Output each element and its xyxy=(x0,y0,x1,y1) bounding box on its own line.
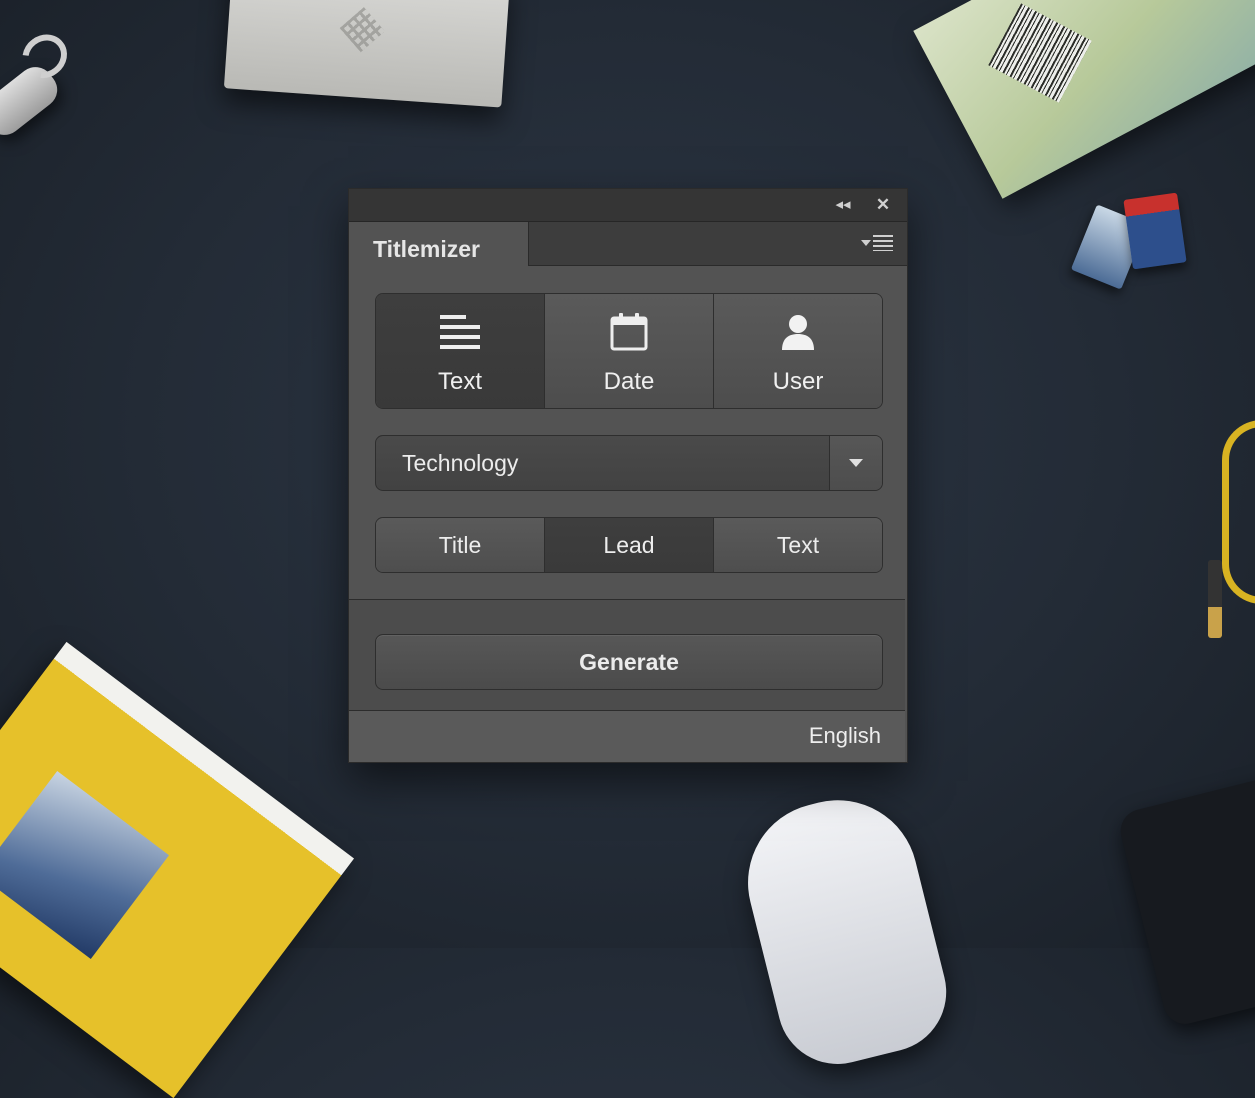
field-selector: Title Lead Text xyxy=(375,517,883,573)
user-icon xyxy=(782,315,814,350)
field-option-text[interactable]: Text xyxy=(714,518,882,572)
books-image xyxy=(913,0,1255,199)
source-option-date[interactable]: Date xyxy=(545,294,714,408)
source-option-label: Text xyxy=(437,368,482,395)
panel-footer: English xyxy=(349,710,905,762)
panel-menu-icon[interactable] xyxy=(859,234,897,254)
calendar-icon xyxy=(610,313,648,351)
chevron-down-icon xyxy=(849,459,863,467)
text-lines-icon xyxy=(440,315,480,349)
source-option-text[interactable]: Text xyxy=(376,294,545,408)
category-dropdown[interactable]: Technology xyxy=(375,435,883,491)
field-option-lead[interactable]: Lead xyxy=(545,518,714,572)
padlock-image xyxy=(0,59,65,143)
language-selector[interactable]: English xyxy=(809,711,881,761)
collapse-icon[interactable]: ◂◂ xyxy=(833,195,853,215)
mouse-image xyxy=(731,783,959,1077)
field-option-title[interactable]: Title xyxy=(376,518,545,572)
generate-button[interactable]: Generate xyxy=(375,634,883,690)
hard-drive-image xyxy=(223,0,511,108)
titlemizer-panel: ◂◂ ✕ Titlemizer Text Date User Technolog… xyxy=(348,188,908,763)
device-image xyxy=(1116,771,1255,1029)
source-option-label: Date xyxy=(603,368,655,395)
source-option-label: User xyxy=(772,368,824,395)
category-value: Technology xyxy=(402,450,519,476)
tab-row: Titlemizer xyxy=(349,222,907,266)
close-icon[interactable]: ✕ xyxy=(873,195,893,215)
menu-triangle-icon xyxy=(861,240,871,246)
cable-image xyxy=(1222,420,1255,604)
source-option-user[interactable]: User xyxy=(714,294,882,408)
hard-drive-logo xyxy=(339,7,385,53)
menu-lines-icon xyxy=(873,235,893,251)
plug-image xyxy=(1208,560,1222,638)
tab-titlemizer[interactable]: Titlemizer xyxy=(349,222,529,266)
dropdown-toggle[interactable] xyxy=(829,436,882,490)
panel-titlebar: ◂◂ ✕ xyxy=(349,189,907,222)
sd-card-image-2 xyxy=(1123,192,1187,270)
source-selector: Text Date User xyxy=(375,293,883,409)
